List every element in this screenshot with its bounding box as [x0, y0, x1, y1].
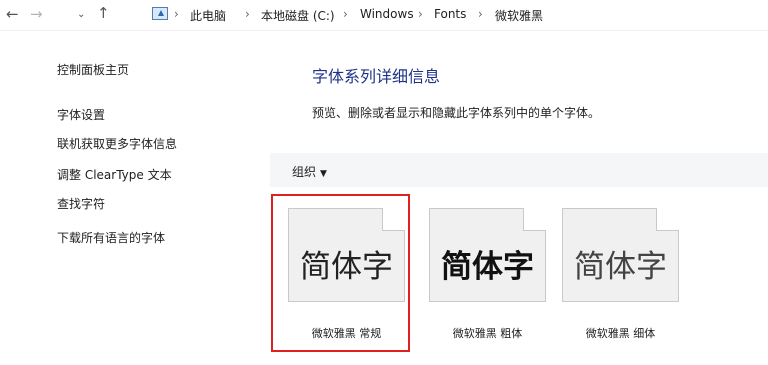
font-sample-light: 简体字: [574, 249, 667, 285]
sidebar-item-get-more-fonts-online[interactable]: 联机获取更多字体信息: [57, 135, 177, 152]
breadcrumb-fonts[interactable]: Fonts: [434, 7, 466, 21]
font-name-bold: 微软雅黑 粗体: [452, 327, 523, 340]
recent-locations-chevron-icon[interactable]: ⌄: [77, 6, 85, 24]
organize-label: 组织: [292, 165, 317, 179]
page-description: 预览、删除或者显示和隐藏此字体系列中的单个字体。: [312, 106, 601, 120]
dropdown-arrow-icon: ▼: [320, 169, 327, 179]
organize-button[interactable]: 组织 ▼: [292, 163, 327, 180]
forward-button[interactable]: →: [30, 5, 43, 23]
back-button[interactable]: ←: [6, 5, 19, 23]
breadcrumb-separator[interactable]: ›: [418, 7, 423, 21]
sidebar-item-adjust-cleartype[interactable]: 调整 ClearType 文本: [57, 166, 172, 183]
breadcrumb-local-disk[interactable]: 本地磁盘 (C:): [261, 7, 335, 24]
font-name-light: 微软雅黑 细体: [585, 327, 656, 340]
page-title: 字体系列详细信息: [312, 67, 441, 86]
breadcrumb-windows[interactable]: Windows: [360, 7, 414, 21]
breadcrumb-this-pc[interactable]: 此电脑: [190, 7, 226, 24]
sidebar-item-download-fonts[interactable]: 下载所有语言的字体: [57, 229, 165, 246]
sidebar-item-control-panel-home[interactable]: 控制面板主页: [57, 61, 129, 78]
breadcrumb-font-family[interactable]: 微软雅黑: [495, 7, 543, 24]
breadcrumb-separator[interactable]: ›: [174, 7, 179, 21]
sidebar-item-find-character[interactable]: 查找字符: [57, 195, 105, 212]
page-fold-icon: [656, 208, 679, 231]
up-button[interactable]: ↑: [97, 4, 110, 22]
sidebar-item-font-settings[interactable]: 字体设置: [57, 106, 105, 123]
breadcrumb-separator[interactable]: ›: [478, 7, 483, 21]
address-bar-divider: [0, 30, 768, 31]
font-sample-bold: 简体字: [441, 249, 534, 285]
this-pc-icon: [152, 7, 168, 20]
breadcrumb-separator[interactable]: ›: [245, 7, 250, 21]
breadcrumb-separator[interactable]: ›: [343, 7, 348, 21]
command-bar: 组织 ▼: [270, 153, 768, 187]
address-bar: ← → ⌄ ↑ › 此电脑 › 本地磁盘 (C:) › Windows › Fo…: [0, 0, 768, 30]
page-fold-icon: [523, 208, 546, 231]
selection-highlight-box: [271, 194, 410, 352]
